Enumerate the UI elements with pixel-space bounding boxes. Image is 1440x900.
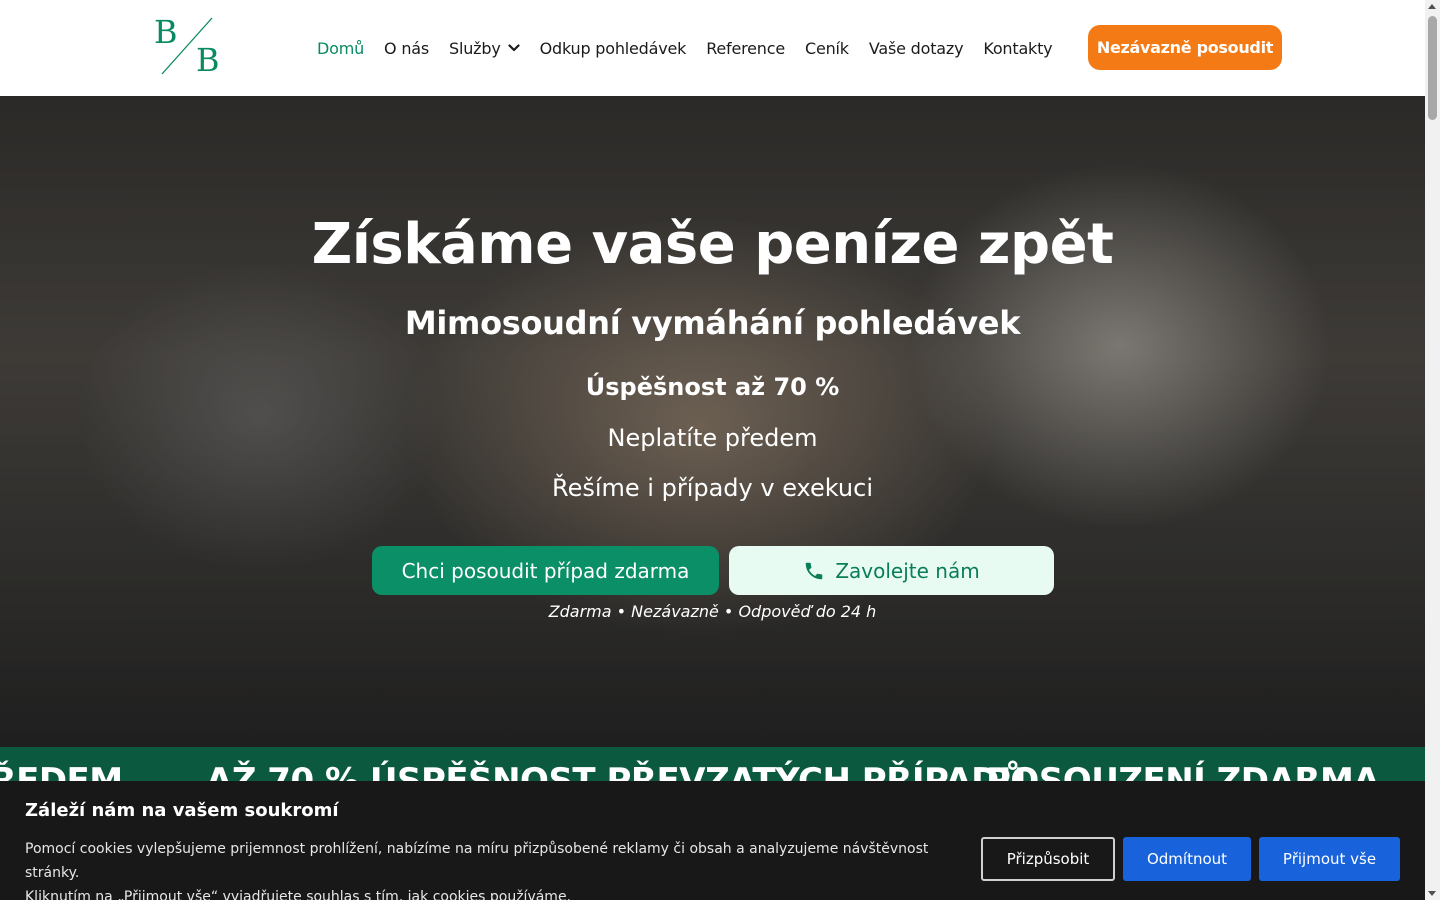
nav-item-odkup-pohledavek[interactable]: Odkup pohledávek: [540, 39, 687, 58]
scroll-up-arrow-icon[interactable]: [1428, 4, 1436, 9]
nav-item-vase-dotazy[interactable]: Vaše dotazy: [869, 39, 964, 58]
site-header: B B Domů O nás Služby Odkup pohledávek R…: [0, 0, 1425, 96]
cookie-title: Záleží nám na vašem soukromí: [25, 800, 339, 821]
scroll-down-arrow-icon[interactable]: [1428, 891, 1436, 896]
cookie-customize-button[interactable]: Přizpůsobit: [981, 837, 1115, 881]
assess-cta-button[interactable]: Nezávazně posoudit: [1088, 25, 1282, 70]
cookie-text: Pomocí cookies vylepšujeme prijemnost pr…: [25, 837, 955, 900]
nav-item-kontakty[interactable]: Kontakty: [983, 39, 1052, 58]
hero-content: Získáme vaše peníze zpět Mimosoudní vymá…: [0, 96, 1425, 747]
nav-item-domu[interactable]: Domů: [317, 39, 364, 58]
hero-point-execution: Řešíme i případy v exekuci: [551, 474, 874, 502]
nav-item-reference[interactable]: Reference: [706, 39, 785, 58]
hero-title: Získáme vaše peníze zpět: [311, 212, 1114, 277]
main-nav: Domů O nás Služby Odkup pohledávek Refer…: [317, 36, 1072, 60]
cookie-text-line: Kliknutím na „Přijmout vše“ vyjadřujete …: [25, 889, 572, 900]
logo-letter-bottom: B: [196, 41, 220, 79]
phone-icon: [806, 562, 823, 579]
nav-item-sluzby[interactable]: Služby: [449, 39, 520, 58]
hero-subtitle: Mimosoudní vymáhání pohledávek: [404, 304, 1021, 342]
assess-case-button[interactable]: Chci posoudit případ zdarma: [372, 546, 719, 595]
hero-point-success-rate: Úspěšnost až 70 %: [585, 373, 840, 401]
hero-point-no-upfront: Neplatíte předem: [607, 424, 818, 452]
cookie-consent-bar: Záleží nám na vašem soukromí Pomocí cook…: [0, 781, 1425, 900]
chevron-down-icon: [507, 44, 520, 52]
cookie-text-line: Pomocí cookies vylepšujeme prijemnost pr…: [25, 841, 929, 881]
nav-item-cenik[interactable]: Ceník: [805, 39, 849, 58]
nav-item-o-nas[interactable]: O nás: [384, 39, 429, 58]
nav-item-sluzby-label: Služby: [449, 38, 501, 58]
call-us-label: Zavolejte nám: [835, 558, 980, 583]
page-scrollbar[interactable]: [1425, 0, 1440, 900]
logo[interactable]: B B: [152, 14, 224, 78]
hero-section: Získáme vaše peníze zpět Mimosoudní vymá…: [0, 96, 1425, 747]
call-us-button[interactable]: Zavolejte nám: [729, 546, 1054, 595]
scrollbar-thumb[interactable]: [1428, 16, 1437, 120]
cookie-accept-all-button[interactable]: Přijmout vše: [1259, 837, 1400, 881]
cookie-reject-button[interactable]: Odmítnout: [1123, 837, 1251, 881]
hero-note: Zdarma • Nezávazně • Odpověď do 24 h: [548, 602, 877, 621]
